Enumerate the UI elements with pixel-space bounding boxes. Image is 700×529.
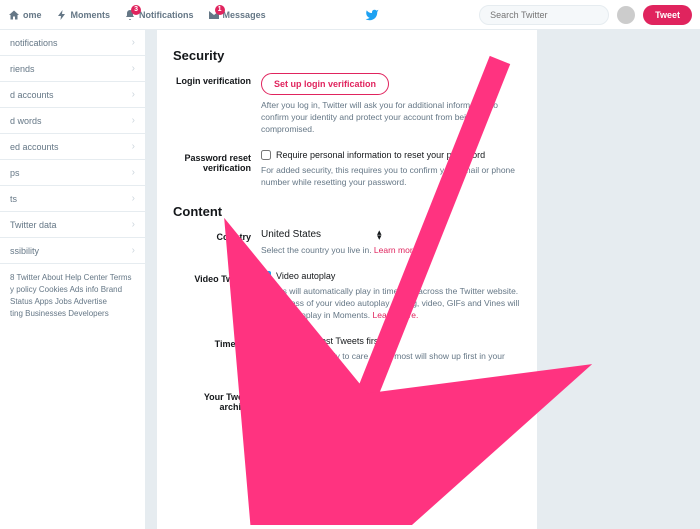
select-arrows-icon: ▴▾ (377, 230, 382, 239)
chevron-right-icon: › (132, 219, 135, 230)
main-panel: Security Login verification Set up login… (157, 30, 537, 529)
sidebar-item-label: Twitter data (10, 220, 57, 230)
video-learn-more-link[interactable]: Learn more. (373, 310, 419, 320)
bolt-icon (56, 9, 68, 21)
password-reset-desc: For added security, this requires you to… (261, 165, 521, 189)
avatar[interactable] (617, 6, 635, 24)
sidebar-item-label: riends (10, 64, 35, 74)
sidebar-item-8[interactable]: ssibility › (0, 238, 145, 264)
search-input[interactable] (490, 10, 607, 20)
nav-home-label: ome (23, 10, 42, 20)
sidebar-item-label: notifications (10, 38, 58, 48)
tweet-button[interactable]: Tweet (643, 5, 692, 25)
timeline-cb-label: Show the best Tweets first (276, 336, 381, 346)
login-verification-desc: After you log in, Twitter will ask you f… (261, 100, 521, 136)
chevron-right-icon: › (132, 167, 135, 178)
nav-moments-label: Moments (71, 10, 111, 20)
nav-right: Tweet (479, 5, 692, 25)
chevron-right-icon: › (132, 89, 135, 100)
sidebar-item-label: d words (10, 116, 42, 126)
footer-links: 8 Twitter About Help Center Terms y poli… (0, 264, 145, 328)
sidebar-item-label: ssibility (10, 246, 39, 256)
sidebar: notifications › riends › d accounts › d words ›… (0, 30, 145, 529)
country-label: Country (173, 229, 261, 257)
top-nav: ome Moments 3 Notifications 1 Messages T… (0, 0, 700, 30)
timeline-checkbox-row[interactable]: Show the best Tweets first (261, 336, 521, 346)
sidebar-item-2[interactable]: d accounts › (0, 82, 145, 108)
country-row: Country United States ▴▾ Select the coun… (173, 229, 521, 257)
twitter-bird-icon (365, 8, 379, 22)
nav-home[interactable]: ome (8, 9, 42, 21)
sidebar-item-label: ps (10, 168, 20, 178)
sidebar-item-label: ts (10, 194, 17, 204)
content-heading: Content (173, 204, 521, 219)
request-archive-button[interactable]: Request your archive (261, 389, 379, 411)
sidebar-item-3[interactable]: d words › (0, 108, 145, 134)
deactivate-account-link[interactable]: Deactivate your account (271, 505, 521, 515)
home-icon (8, 9, 20, 21)
login-verification-row: Login verification Set up login verifica… (173, 73, 521, 136)
nav-left: ome Moments 3 Notifications 1 Messages (8, 9, 266, 21)
sidebar-item-1[interactable]: riends › (0, 56, 145, 82)
password-reset-label: Password reset verification (173, 150, 261, 189)
video-tweets-label: Video Tweets (173, 271, 261, 322)
country-learn-more-link[interactable]: Learn more. (374, 245, 420, 255)
sidebar-item-0[interactable]: notifications › (0, 30, 145, 56)
timeline-row: Timeline Show the best Tweets first Twee… (173, 336, 521, 375)
login-verification-label: Login verification (173, 73, 261, 136)
video-autoplay-label: Video autoplay (276, 271, 335, 281)
chevron-right-icon: › (132, 245, 135, 256)
timeline-checkbox[interactable] (261, 336, 271, 346)
sidebar-item-label: ed accounts (10, 142, 59, 152)
video-desc: Videos will automatically play in timeli… (261, 286, 521, 322)
archive-row: Your Tweet archive Request your archive … (173, 389, 521, 452)
nav-moments[interactable]: Moments (56, 9, 111, 21)
nav-messages[interactable]: 1 Messages (208, 9, 266, 21)
password-reset-checkbox[interactable] (261, 150, 271, 160)
timeline-label: Timeline (173, 336, 261, 375)
video-autoplay-checkbox[interactable] (261, 271, 271, 281)
chevron-right-icon: › (132, 37, 135, 48)
twitter-logo[interactable] (266, 8, 480, 22)
timeline-desc: Tweets you are likely to care about most… (261, 351, 521, 375)
country-select[interactable]: United States ▴▾ (261, 229, 521, 240)
archive-desc: You can request a file containing all yo… (261, 416, 521, 452)
search-box[interactable] (479, 5, 609, 25)
sidebar-item-5[interactable]: ps › (0, 160, 145, 186)
sidebar-item-7[interactable]: Twitter data › (0, 212, 145, 238)
msg-badge: 1 (215, 5, 225, 15)
chevron-right-icon: › (132, 193, 135, 204)
chevron-right-icon: › (132, 141, 135, 152)
password-reset-cb-label: Require personal information to reset yo… (276, 150, 485, 160)
save-changes-button[interactable]: Save changes (271, 465, 359, 487)
password-reset-checkbox-row[interactable]: Require personal information to reset yo… (261, 150, 521, 160)
chevron-right-icon: › (132, 63, 135, 74)
country-value: United States (261, 229, 371, 240)
notif-badge: 3 (131, 5, 141, 15)
chevron-right-icon: › (132, 115, 135, 126)
nav-msg-label: Messages (223, 10, 266, 20)
nav-notifications[interactable]: 3 Notifications (124, 9, 194, 21)
security-heading: Security (173, 48, 521, 63)
setup-login-verification-button[interactable]: Set up login verification (261, 73, 389, 95)
sidebar-item-label: d accounts (10, 90, 54, 100)
sidebar-item-4[interactable]: ed accounts › (0, 134, 145, 160)
nav-notif-label: Notifications (139, 10, 194, 20)
video-autoplay-checkbox-row[interactable]: Video autoplay (261, 271, 521, 281)
password-reset-row: Password reset verification Require pers… (173, 150, 521, 189)
archive-label: Your Tweet archive (173, 389, 261, 452)
video-tweets-row: Video Tweets Video autoplay Videos will … (173, 271, 521, 322)
country-desc: Select the country you live in. Learn mo… (261, 245, 521, 257)
timeline-learn-more-link[interactable]: Learn more. (295, 363, 341, 373)
sidebar-item-6[interactable]: ts › (0, 186, 145, 212)
page-body: notifications › riends › d accounts › d words ›… (0, 30, 700, 529)
